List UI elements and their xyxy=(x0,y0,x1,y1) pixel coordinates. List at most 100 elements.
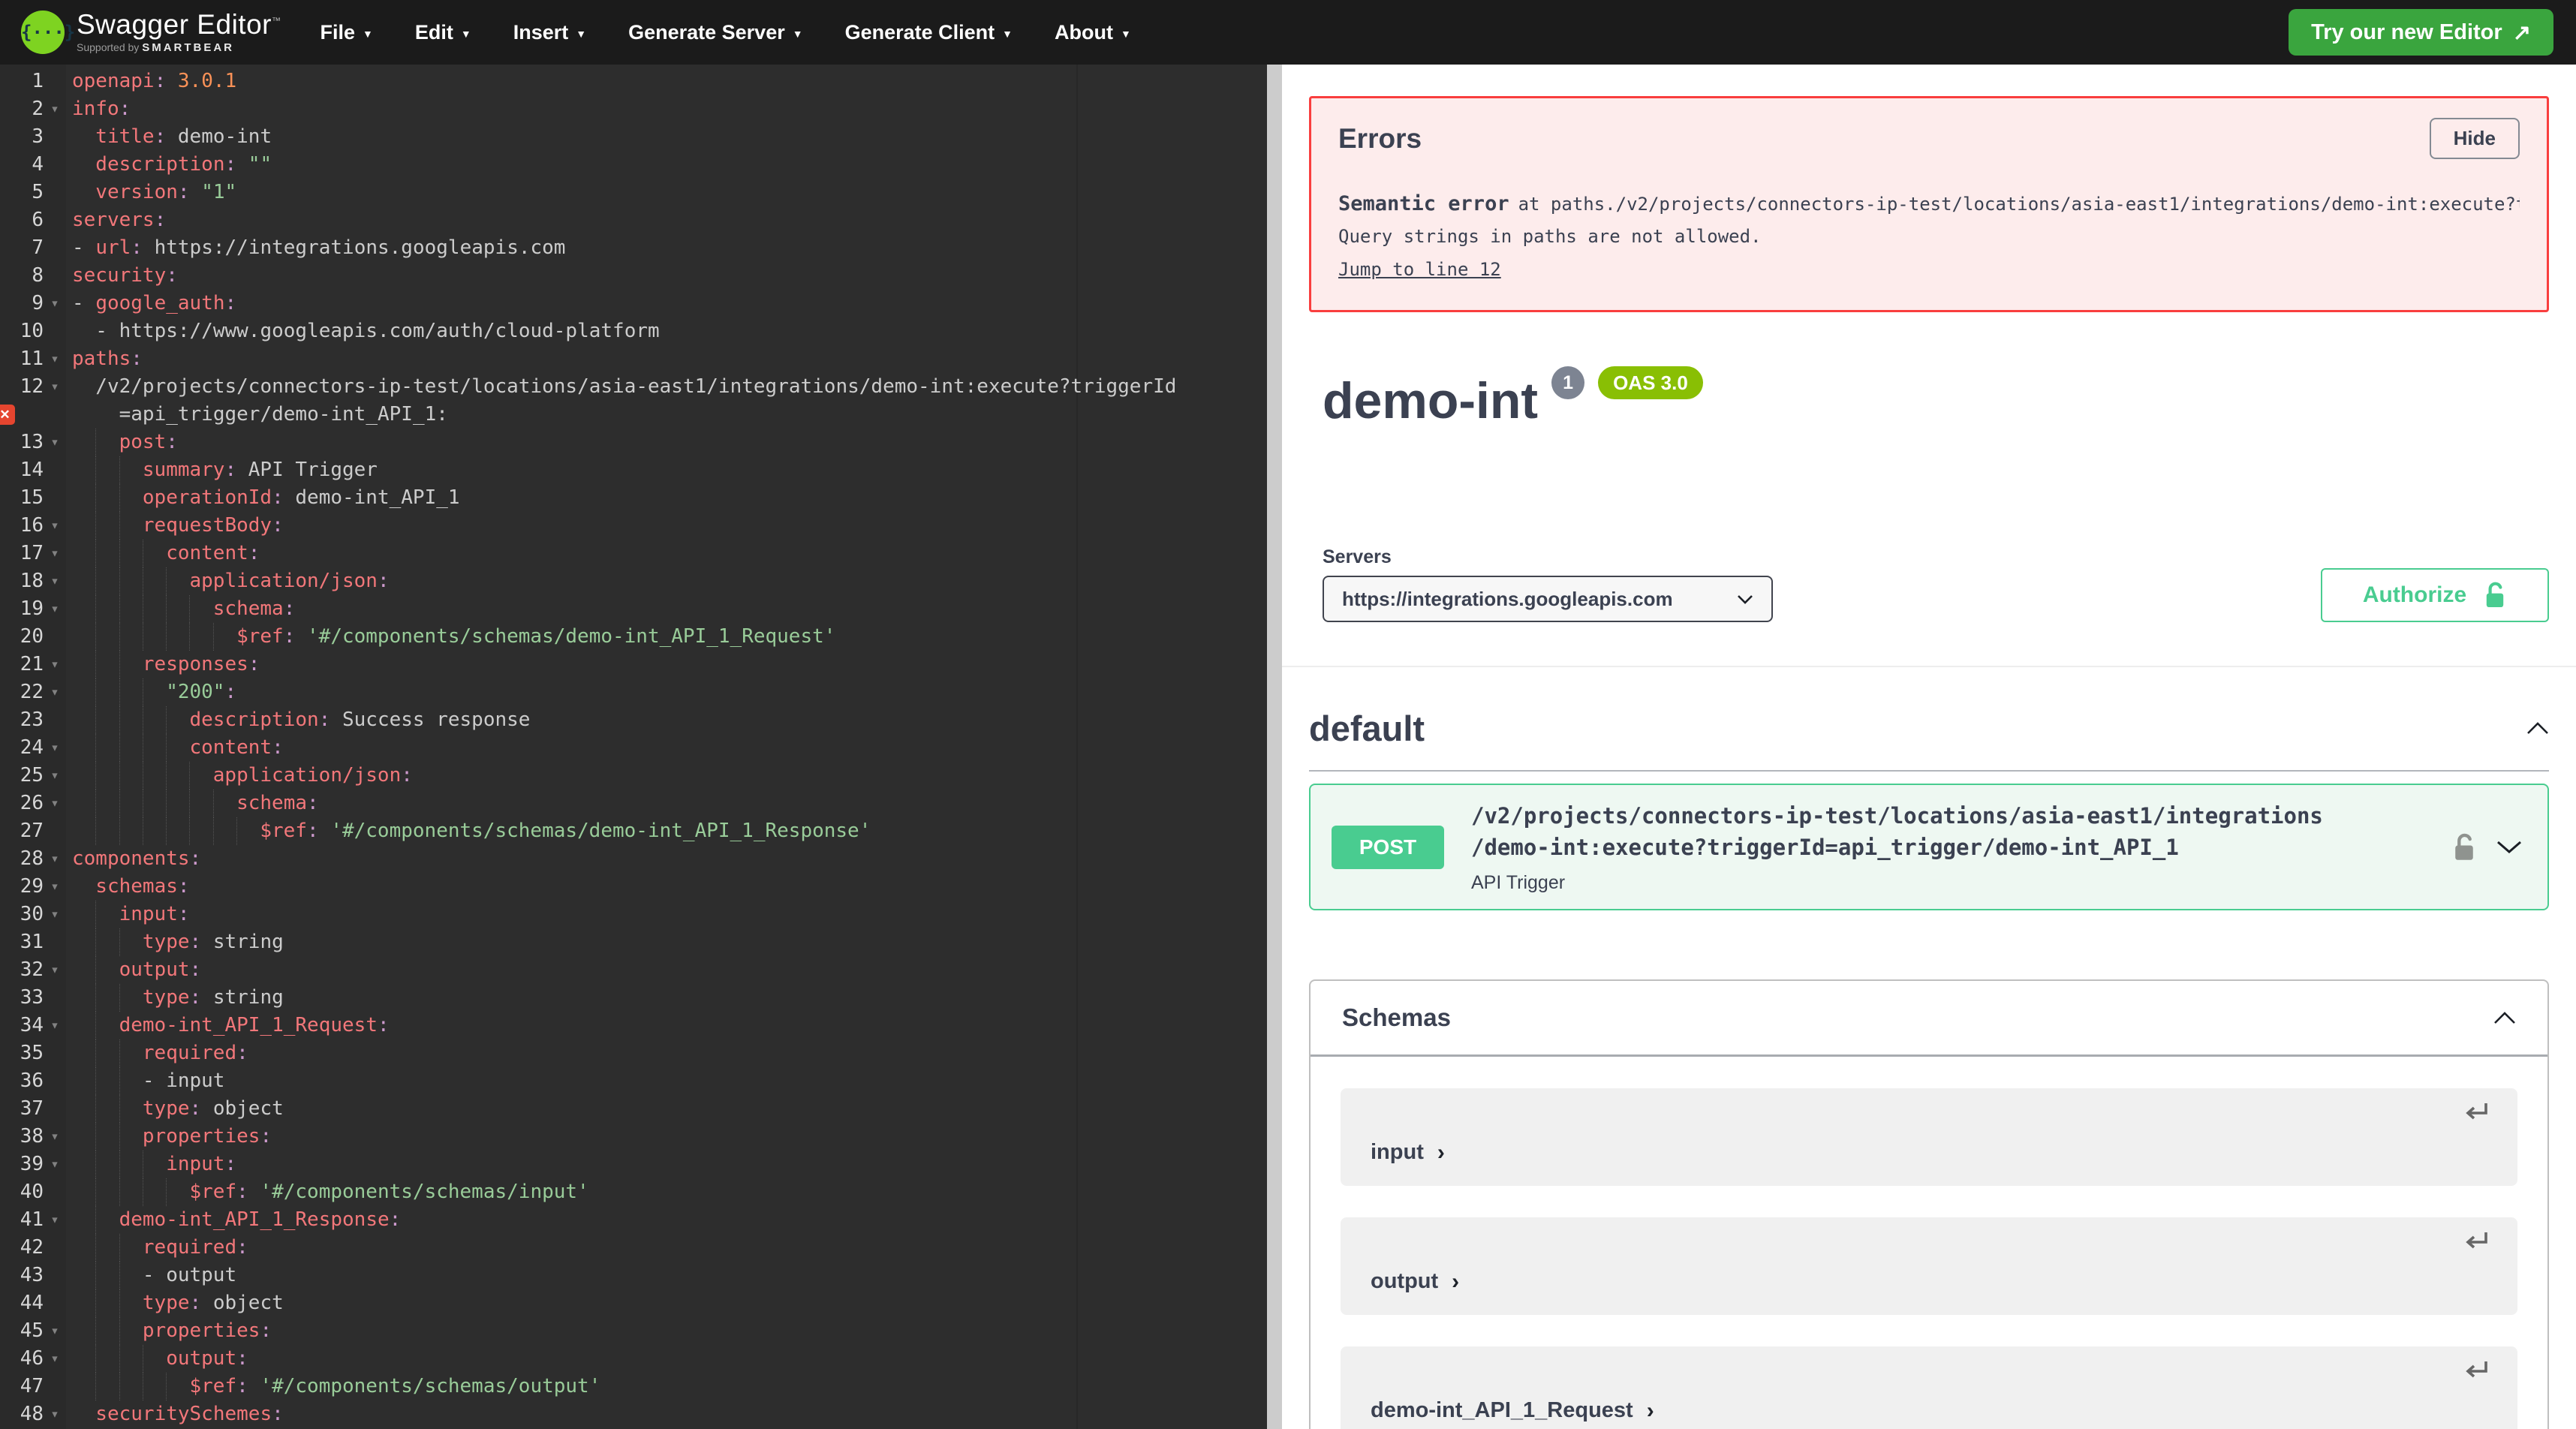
line-number: 44 xyxy=(20,1292,44,1314)
line-number: 41 xyxy=(20,1208,44,1231)
fold-arrow-icon[interactable]: ▾ xyxy=(44,651,66,678)
swagger-editor-app: {···} Swagger Editor™ Supported by SMART… xyxy=(0,0,2576,1429)
schemas-collapse-chevron-icon[interactable] xyxy=(2493,1011,2516,1024)
editor-line: 1 openapi: 3.0.1 xyxy=(0,68,1267,95)
authorize-button[interactable]: Authorize xyxy=(2321,568,2549,622)
menu-caret-icon: ▼ xyxy=(576,28,587,40)
editor-line: 42 required: xyxy=(0,1234,1267,1262)
line-number: 48 xyxy=(20,1403,44,1425)
line-number: 8 xyxy=(32,264,44,287)
servers-label: Servers xyxy=(1323,546,1392,567)
fold-arrow-icon[interactable]: ▾ xyxy=(44,790,66,817)
fold-arrow-icon[interactable]: ▾ xyxy=(44,678,66,706)
fold-slot xyxy=(44,1234,66,1262)
select-chevron-icon xyxy=(1738,594,1753,604)
hide-errors-button[interactable]: Hide xyxy=(2429,118,2520,159)
fold-arrow-icon[interactable]: ▾ xyxy=(44,429,66,456)
scheme-container: Servers https://integrations.googleapis.… xyxy=(1309,546,2549,622)
schema-name[interactable]: input › xyxy=(1371,1140,1445,1165)
menu-caret-icon: ▼ xyxy=(1002,28,1013,40)
oas-badge: OAS 3.0 xyxy=(1598,366,1703,399)
menu-file[interactable]: File ▼ xyxy=(320,21,372,44)
menu-caret-icon: ▼ xyxy=(362,28,373,40)
post-operation[interactable]: POST /v2/projects/connectors-ip-test/loc… xyxy=(1309,784,2549,911)
fold-arrow-icon[interactable]: ▾ xyxy=(44,1345,66,1373)
try-new-editor-button[interactable]: Try our new Editor ↗ xyxy=(2289,9,2553,56)
schema-name[interactable]: output › xyxy=(1371,1269,1459,1294)
fold-arrow-icon[interactable]: ▾ xyxy=(44,1400,66,1428)
menu-edit[interactable]: Edit ▼ xyxy=(415,21,471,44)
line-number: 23 xyxy=(20,708,44,731)
version-badge: 1 xyxy=(1551,366,1585,399)
fold-slot xyxy=(44,984,66,1012)
fold-arrow-icon[interactable]: ▾ xyxy=(44,540,66,567)
menu-insert[interactable]: Insert ▼ xyxy=(513,21,586,44)
menu-about[interactable]: About ▼ xyxy=(1055,21,1131,44)
tag-divider xyxy=(1309,770,2549,772)
editor-line: 33 type: string xyxy=(0,984,1267,1012)
fold-arrow-icon[interactable]: ▾ xyxy=(44,290,66,317)
schema-card-output[interactable]: output › xyxy=(1341,1217,2517,1316)
fold-arrow-icon[interactable]: ▾ xyxy=(44,95,66,123)
fold-arrow-icon[interactable]: ▾ xyxy=(44,734,66,762)
fold-slot xyxy=(44,484,66,512)
menu-generate-server[interactable]: Generate Server ▼ xyxy=(628,21,803,44)
fold-arrow-icon[interactable]: ▾ xyxy=(44,1151,66,1178)
editor-line: 38 ▾ properties: xyxy=(0,1123,1267,1151)
fold-arrow-icon[interactable]: ▾ xyxy=(44,567,66,595)
line-number: 22 xyxy=(20,681,44,703)
error-marker-icon[interactable]: ✕ xyxy=(0,405,15,425)
fold-slot xyxy=(44,817,66,845)
collapse-chevron-icon[interactable] xyxy=(2526,722,2549,735)
schema-card-input[interactable]: input › xyxy=(1341,1088,2517,1187)
operation-path: /v2/projects/connectors-ip-test/location… xyxy=(1471,803,2323,861)
line-number: 14 xyxy=(20,459,44,481)
fold-arrow-icon[interactable]: ▾ xyxy=(44,512,66,540)
schema-card-demo-int_api_1_request[interactable]: demo-int_API_1_Request › xyxy=(1341,1346,2517,1429)
section-separator xyxy=(1282,666,2576,667)
editor-line: 26 ▾ schema: xyxy=(0,790,1267,817)
servers-select[interactable]: https://integrations.googleapis.com xyxy=(1323,576,1773,622)
jump-to-line-link[interactable]: Jump to line 12 xyxy=(1338,259,1501,280)
editor-line: 10- https://www.googleapis.com/auth/clou… xyxy=(0,317,1267,345)
fold-arrow-icon[interactable]: ▾ xyxy=(44,956,66,984)
line-number: 11 xyxy=(20,347,44,370)
fold-slot xyxy=(44,1373,66,1400)
swagger-logo: {···} Swagger Editor™ Supported by SMART… xyxy=(21,11,281,54)
editor-line: 7- url: https://integrations.googleapis.… xyxy=(0,234,1267,262)
fold-arrow-icon[interactable]: ▾ xyxy=(44,845,66,873)
pane-splitter[interactable] xyxy=(1267,65,1282,1429)
fold-slot xyxy=(44,123,66,151)
fold-arrow-icon[interactable]: ▾ xyxy=(44,1317,66,1345)
editor-line: 24 ▾ content: xyxy=(0,734,1267,762)
fold-arrow-icon[interactable]: ▾ xyxy=(44,873,66,901)
fold-arrow-icon[interactable]: ▾ xyxy=(44,1206,66,1234)
line-number: 29 xyxy=(20,875,44,898)
fold-arrow-icon[interactable]: ▾ xyxy=(44,901,66,928)
editor-line: 4 description: "" xyxy=(0,151,1267,179)
fold-arrow-icon[interactable]: ▾ xyxy=(44,345,66,373)
fold-slot xyxy=(44,1039,66,1067)
fold-arrow-icon[interactable]: ▾ xyxy=(44,1012,66,1039)
tag-header[interactable]: default xyxy=(1309,708,2549,749)
line-number: 25 xyxy=(20,764,44,787)
fold-arrow-icon[interactable]: ▾ xyxy=(44,373,66,401)
fold-arrow-icon[interactable]: ▾ xyxy=(44,1123,66,1151)
menu-caret-icon: ▼ xyxy=(1120,28,1131,40)
schemas-header[interactable]: Schemas xyxy=(1311,981,2547,1057)
editor-line: 9 ▾ - google_auth: xyxy=(0,290,1267,317)
error-location: at paths./v2/projects/connectors-ip-test… xyxy=(1518,194,2520,215)
editor-line: 11 ▾ paths: xyxy=(0,345,1267,373)
menu-bar: File ▼ Edit ▼ Insert ▼ Generate Server ▼ Generat… xyxy=(320,21,1130,44)
fold-slot xyxy=(44,706,66,734)
menu-generate-client[interactable]: Generate Client ▼ xyxy=(845,21,1013,44)
editor-line: 20 $ref: '#/components/schemas/demo-int_A… xyxy=(0,623,1267,651)
editor-line: 2 ▾ info: xyxy=(0,95,1267,123)
code-editor[interactable]: 1 openapi: 3.0.1 2 ▾ info: 3 title: demo-int 4 d… xyxy=(0,65,1267,1429)
fold-arrow-icon[interactable]: ▾ xyxy=(44,762,66,790)
expand-chevron-icon[interactable] xyxy=(2496,841,2522,854)
lock-icon[interactable] xyxy=(2451,832,2477,863)
fold-arrow-icon[interactable]: ▾ xyxy=(44,595,66,623)
line-number: 7 xyxy=(32,236,44,259)
schema-name[interactable]: demo-int_API_1_Request › xyxy=(1371,1398,1654,1423)
